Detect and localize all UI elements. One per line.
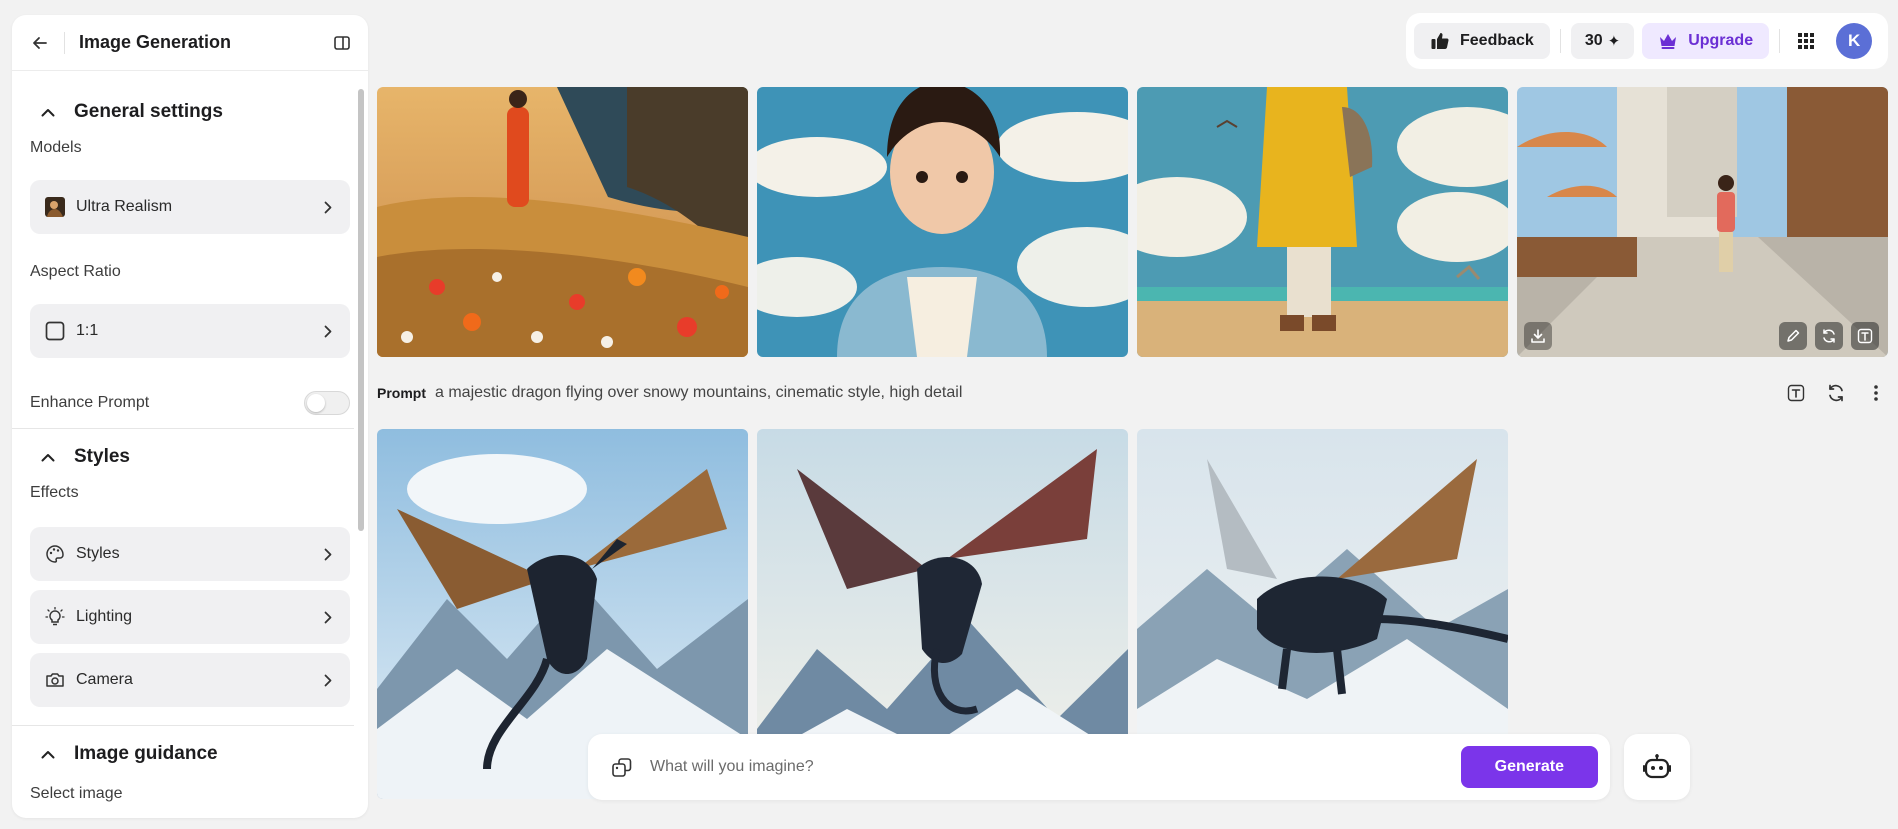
styles-option-label: Styles <box>76 545 120 562</box>
more-options-icon[interactable] <box>1865 382 1887 404</box>
styles-heading: Styles <box>74 446 130 467</box>
text-overlay-icon[interactable] <box>1785 382 1807 404</box>
sparkle-icon: ✦ <box>1607 33 1621 50</box>
enhance-prompt-toggle[interactable] <box>304 391 350 415</box>
enhance-prompt-label: Enhance Prompt <box>30 394 150 411</box>
image-upload-icon[interactable] <box>608 753 636 781</box>
sidebar-title: Image Generation <box>79 32 232 52</box>
download-icon[interactable] <box>1524 322 1552 350</box>
model-selector[interactable]: Ultra Realism <box>30 180 350 234</box>
assistant-bot-icon[interactable] <box>1624 734 1690 800</box>
regenerate-icon[interactable] <box>1825 382 1847 404</box>
edit-pencil-icon[interactable] <box>1779 322 1807 350</box>
aspect-ratio-selector[interactable]: 1:1 <box>30 304 350 358</box>
chevron-right-icon <box>320 201 336 214</box>
credits-count: 30 <box>1584 32 1603 49</box>
chevron-up-icon <box>38 453 58 462</box>
aspect-ratio-label: Aspect Ratio <box>30 263 121 280</box>
chevron-right-icon <box>320 548 336 561</box>
general-settings-heading: General settings <box>74 101 223 122</box>
sidebar-scrollbar[interactable] <box>358 89 364 531</box>
square-icon <box>44 320 66 342</box>
enhance-prompt-row: Enhance Prompt <box>12 378 368 428</box>
header-divider <box>64 31 65 54</box>
chevron-right-icon <box>320 325 336 338</box>
sidebar-header: Image Generation <box>12 15 368 71</box>
toolbar-divider <box>1779 29 1781 53</box>
settings-sidebar: Image Generation General settings Models… <box>12 15 368 818</box>
aspect-ratio-value: 1:1 <box>76 322 99 339</box>
text-overlay-icon[interactable] <box>1851 322 1879 350</box>
effects-label: Effects <box>30 484 79 501</box>
credits-badge[interactable]: 30 ✦ <box>1570 23 1635 59</box>
select-image-label: Select image <box>30 785 123 802</box>
prompt-composer: Generate <box>588 734 1610 800</box>
model-thumbnail-icon <box>44 196 66 218</box>
lighting-option[interactable]: Lighting <box>30 590 350 644</box>
model-value: Ultra Realism <box>76 198 173 215</box>
prompt-row: Prompt a majestic dragon flying over sno… <box>377 381 1887 405</box>
models-label: Models <box>30 139 82 156</box>
styles-option[interactable]: Styles <box>30 527 350 581</box>
crown-icon <box>1658 32 1678 50</box>
user-avatar[interactable]: K <box>1836 23 1873 59</box>
sidebar-scroll-area: General settings Models Ultra Realism As… <box>12 72 368 818</box>
generated-image-beach-figure[interactable] <box>1137 87 1508 357</box>
chevron-right-icon <box>320 674 336 687</box>
generated-image-cafe-street[interactable] <box>1517 87 1888 357</box>
camera-icon <box>44 669 66 691</box>
image-guidance-heading: Image guidance <box>74 743 218 764</box>
thumbs-up-icon <box>1430 31 1450 51</box>
camera-option-label: Camera <box>76 671 133 688</box>
generated-image-flower-field[interactable] <box>377 87 748 357</box>
generated-image-girl-sky[interactable] <box>757 87 1128 357</box>
chevron-right-icon <box>320 611 336 624</box>
prompt-text[interactable]: a majestic dragon flying over snowy moun… <box>435 384 1785 402</box>
feedback-label: Feedback <box>1460 32 1534 49</box>
toggle-knob <box>307 394 325 412</box>
upgrade-button[interactable]: Upgrade <box>1642 23 1770 59</box>
toolbar-divider <box>1559 29 1561 53</box>
chevron-up-icon <box>38 750 58 759</box>
palette-icon <box>44 543 66 565</box>
camera-option[interactable]: Camera <box>30 653 350 707</box>
feedback-button[interactable]: Feedback <box>1414 23 1550 59</box>
collapse-panel-icon[interactable] <box>330 31 354 55</box>
prompt-input[interactable] <box>650 758 1461 776</box>
regenerate-icon[interactable] <box>1815 322 1843 350</box>
top-toolbar: Feedback 30 ✦ Upgrade K <box>1406 13 1888 69</box>
prompt-actions <box>1785 382 1887 404</box>
chevron-up-icon <box>38 108 58 117</box>
upgrade-label: Upgrade <box>1688 32 1754 49</box>
lighting-option-label: Lighting <box>76 608 133 625</box>
lightbulb-icon <box>44 606 66 628</box>
prompt-label: Prompt <box>377 385 426 401</box>
generate-button[interactable]: Generate <box>1460 746 1598 788</box>
apps-grid-icon[interactable] <box>1792 27 1820 55</box>
back-arrow-icon[interactable] <box>28 31 52 55</box>
